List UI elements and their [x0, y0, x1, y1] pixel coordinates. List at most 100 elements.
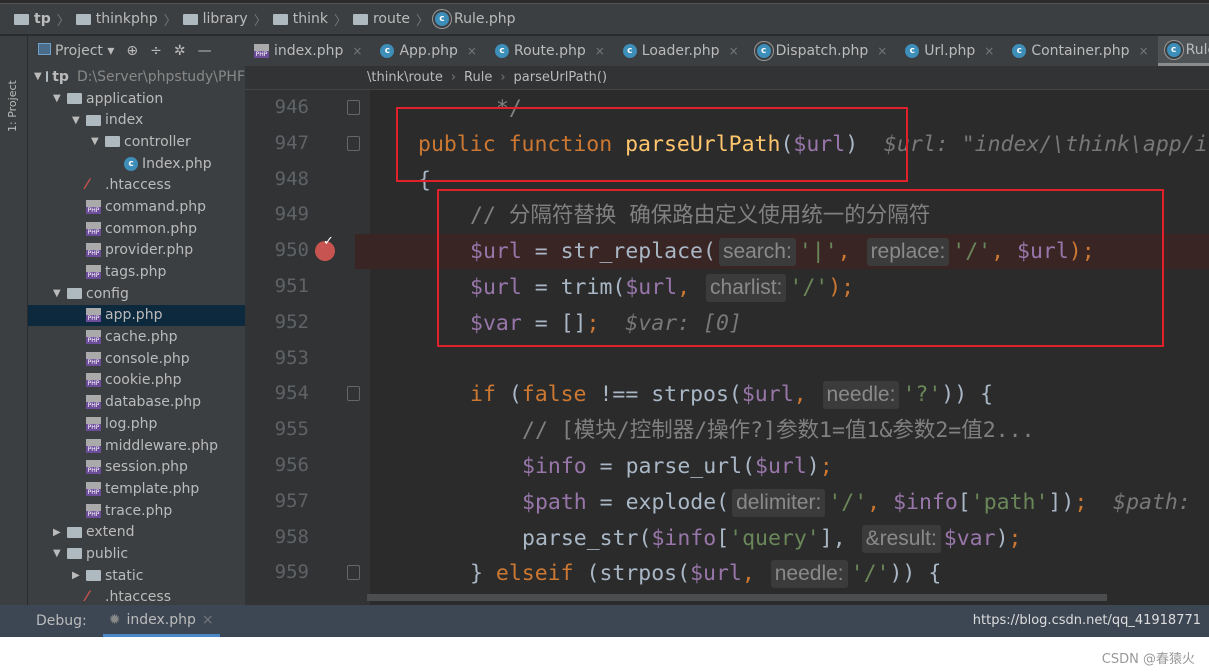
folder-icon — [272, 13, 288, 25]
navbar-item[interactable]: Rule — [464, 70, 492, 85]
tree-item[interactable]: ▶ extend — [28, 521, 245, 543]
fold-marker-icon[interactable] — [347, 135, 360, 151]
tree-item[interactable]: PHP console.php — [28, 348, 245, 370]
tab-label: Url.php — [924, 43, 976, 59]
tree-item-label: .htaccess — [105, 177, 171, 194]
breadcrumb-item[interactable]: route — [352, 11, 410, 27]
tree-item-label: config — [86, 285, 129, 302]
tree-item[interactable]: ▼ application — [28, 88, 245, 110]
project-view-dropdown[interactable]: Project ▾ — [38, 43, 114, 59]
tree-item-label: command.php — [105, 198, 206, 215]
close-icon[interactable]: × — [202, 612, 214, 628]
tree-item[interactable]: ▼ config — [28, 283, 245, 305]
fold-marker-icon[interactable] — [347, 565, 360, 581]
tree-item[interactable]: PHP database.php — [28, 391, 245, 413]
breakpoint-icon[interactable] — [315, 234, 335, 262]
hide-icon[interactable]: — — [198, 43, 212, 59]
line-number: 956 — [274, 454, 309, 476]
code-line: $path = explode(delimiter: '/', $info['pa… — [522, 486, 1191, 520]
close-icon[interactable]: × — [877, 44, 887, 58]
tab-app[interactable]: c App.php × — [371, 36, 486, 66]
tab-dispatch[interactable]: c Dispatch.php × — [748, 36, 897, 66]
tree-item[interactable]: PHP command.php — [28, 196, 245, 218]
folder-icon — [67, 93, 82, 105]
abstract-class-icon: c — [434, 12, 449, 26]
close-icon[interactable]: × — [467, 44, 477, 58]
horizontal-scrollbar[interactable] — [367, 594, 1107, 601]
code-token: ( — [495, 382, 522, 408]
tree-item[interactable]: PHP cookie.php — [28, 370, 245, 392]
fold-marker-icon[interactable] — [347, 100, 360, 115]
tree-item-label: public — [86, 545, 129, 562]
code-token: $info — [522, 454, 587, 479]
tree-item[interactable]: ▼ public — [28, 543, 245, 565]
tree-item-label: cookie.php — [105, 372, 182, 389]
tab-rule[interactable]: cRule.php× — [1157, 36, 1209, 66]
folder-icon — [105, 136, 120, 148]
tree-item[interactable]: ▼ controller — [28, 131, 245, 153]
php-file-icon: PHP — [86, 460, 101, 475]
tab-url[interactable]: c Url.php × — [896, 36, 1003, 66]
tab-route[interactable]: c Route.php × — [486, 36, 614, 66]
close-icon[interactable]: × — [595, 44, 605, 58]
abstract-class-icon: c — [756, 44, 771, 58]
breadcrumb-item[interactable]: library — [182, 11, 248, 27]
folder-icon — [75, 13, 91, 25]
tree-item[interactable]: PHP trace.php — [28, 500, 245, 522]
tree-item[interactable]: PHP middleware.php — [28, 435, 245, 457]
folder-icon — [86, 114, 101, 126]
close-icon[interactable]: × — [984, 44, 994, 58]
code-token: 'query' — [729, 525, 820, 551]
tree-item[interactable]: PHP cache.php — [28, 326, 245, 348]
close-icon[interactable]: × — [352, 44, 362, 58]
code-line: } elseif (strpos($url, needle: '/')) { — [470, 557, 941, 591]
line-number: 955 — [274, 418, 309, 441]
tab-index[interactable]: PHP index.php × — [245, 36, 371, 66]
code-token: !== strpos( — [586, 382, 742, 408]
locate-icon[interactable]: ⊕ — [126, 43, 138, 59]
tree-item[interactable]: PHP session.php — [28, 456, 245, 478]
folder-icon — [352, 13, 368, 25]
php-file-icon: PHP — [86, 503, 101, 518]
code-token: (strpos( — [573, 561, 691, 587]
tab-loader[interactable]: c Loader.php × — [614, 36, 748, 66]
phpstorm-window: tp 〉 thinkphp 〉 library 〉 think 〉 route 〉 c Rule.ph… — [0, 0, 1209, 637]
tree-item[interactable]: ⁄ .htaccess — [28, 174, 245, 196]
tree-item[interactable]: PHP provider.php — [28, 240, 245, 262]
tree-item[interactable]: PHP tags.php — [28, 261, 245, 283]
gear-icon[interactable]: ✲ — [174, 43, 186, 59]
tree-item[interactable]: PHP log.php — [28, 413, 245, 435]
code-line: parse_str($info['query'], &result: $var); — [522, 522, 1021, 556]
breadcrumb-item[interactable]: thinkphp — [75, 11, 158, 27]
close-icon[interactable]: × — [1139, 44, 1149, 58]
htaccess-icon: ⁄ — [86, 177, 89, 194]
tree-item[interactable]: PHP app.php — [28, 304, 245, 327]
tree-item[interactable]: PHP template.php — [28, 478, 245, 500]
line-number: 958 — [274, 525, 309, 548]
class-icon: c — [380, 44, 395, 58]
tree-item[interactable]: ▶ static — [28, 565, 245, 587]
breadcrumb-item[interactable]: c Rule.php — [434, 11, 516, 27]
tree-item[interactable]: ▼ tp D:\Server\phpstudy\PHF — [28, 66, 245, 88]
tree-item[interactable]: PHP common.php — [28, 218, 245, 240]
navbar-item[interactable]: parseUrlPath() — [514, 70, 608, 85]
tab-label: Container.php — [1031, 43, 1130, 59]
code-token: } — [470, 561, 496, 587]
close-icon[interactable]: × — [729, 44, 739, 58]
debug-tab[interactable]: ✹ index.php × — [102, 605, 220, 637]
navbar-item[interactable]: \think\route — [367, 70, 443, 85]
project-panel: Project ▾ ⊕ ÷ ✲ — ▼ tp D:\Server\phpstudy\… — [28, 36, 271, 605]
tree-item[interactable]: c Index.php — [28, 153, 245, 175]
collapse-all-icon[interactable]: ÷ — [150, 43, 162, 59]
project-tool-button[interactable]: 1: Project — [6, 80, 19, 132]
tab-container[interactable]: c Container.php × — [1003, 36, 1157, 66]
expanded-arrow-icon: ▼ — [34, 71, 42, 83]
editor-navbar: \think\route › Rule › parseUrlPath() — [245, 66, 1209, 90]
parameter-hint: needle: — [770, 560, 848, 589]
php-file-icon: PHP — [86, 199, 101, 214]
fold-marker-icon[interactable] — [347, 386, 360, 402]
breadcrumb-label: tp — [34, 11, 51, 27]
breadcrumb-item[interactable]: tp — [14, 11, 51, 27]
tree-item[interactable]: ▼ index — [28, 109, 245, 131]
breadcrumb-item[interactable]: think — [272, 11, 328, 27]
